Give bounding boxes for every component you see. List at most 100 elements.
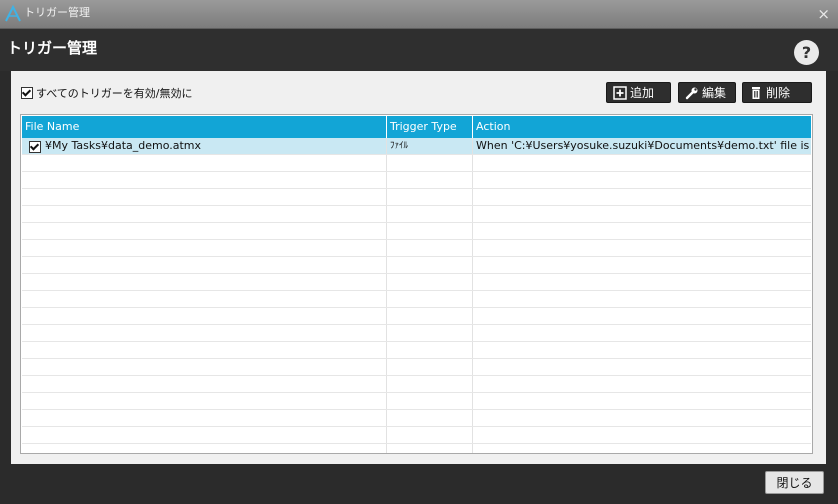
empty-cell bbox=[22, 359, 386, 375]
empty-cell bbox=[22, 427, 386, 443]
empty-cell bbox=[386, 240, 472, 256]
empty-table-row bbox=[22, 189, 811, 206]
row-enable-checkbox[interactable] bbox=[29, 141, 41, 153]
empty-cell bbox=[386, 359, 472, 375]
window-titlebar: トリガー管理 × bbox=[0, 0, 838, 29]
empty-cell bbox=[22, 189, 386, 205]
empty-table-row bbox=[22, 325, 811, 342]
empty-cell bbox=[22, 393, 386, 409]
delete-button-label: 削除 bbox=[766, 86, 791, 100]
table-row[interactable]: ¥My Tasks¥data_demo.atmx ﾌｧｲﾙ When 'C:¥U… bbox=[22, 138, 811, 155]
empty-cell bbox=[22, 257, 386, 273]
empty-cell bbox=[386, 206, 472, 222]
empty-cell bbox=[472, 223, 811, 239]
cell-action: When 'C:¥Users¥yosuke.suzuki¥Documents¥d… bbox=[472, 138, 811, 154]
empty-table-row bbox=[22, 393, 811, 410]
empty-cell bbox=[22, 342, 386, 358]
empty-table-row bbox=[22, 257, 811, 274]
empty-cell bbox=[22, 155, 386, 171]
close-button[interactable]: 閉じる bbox=[765, 471, 824, 494]
empty-cell bbox=[472, 410, 811, 426]
empty-cell bbox=[22, 325, 386, 341]
empty-cell bbox=[472, 291, 811, 307]
empty-cell bbox=[22, 240, 386, 256]
close-window-button[interactable]: × bbox=[817, 5, 830, 23]
empty-cell bbox=[22, 206, 386, 222]
empty-cell bbox=[472, 240, 811, 256]
empty-table-row bbox=[22, 376, 811, 393]
empty-cell bbox=[472, 308, 811, 324]
empty-cell bbox=[472, 376, 811, 392]
empty-table-row bbox=[22, 410, 811, 427]
help-icon[interactable]: ? bbox=[794, 40, 819, 65]
empty-cell bbox=[472, 444, 811, 453]
toggle-all-checkbox[interactable] bbox=[21, 87, 33, 99]
empty-cell bbox=[386, 325, 472, 341]
empty-cell bbox=[386, 189, 472, 205]
empty-cell bbox=[22, 376, 386, 392]
dialog-header: トリガー管理 ? bbox=[0, 29, 838, 71]
empty-cell bbox=[22, 274, 386, 290]
cell-file-name: ¥My Tasks¥data_demo.atmx bbox=[22, 138, 386, 154]
empty-table-row bbox=[22, 291, 811, 308]
wrench-icon bbox=[685, 87, 698, 99]
empty-cell bbox=[386, 223, 472, 239]
empty-cell bbox=[386, 172, 472, 188]
empty-cell bbox=[386, 393, 472, 409]
empty-cell bbox=[472, 257, 811, 273]
column-header-trigger-type[interactable]: Trigger Type bbox=[386, 116, 472, 138]
grid-header: File Name Trigger Type Action bbox=[22, 116, 811, 138]
trigger-grid[interactable]: File Name Trigger Type Action ¥My Tasks¥… bbox=[20, 114, 813, 454]
empty-table-row bbox=[22, 308, 811, 325]
empty-cell bbox=[472, 325, 811, 341]
empty-cell bbox=[22, 172, 386, 188]
empty-cell bbox=[22, 291, 386, 307]
trash-icon bbox=[752, 86, 760, 99]
cell-trigger-type: ﾌｧｲﾙ bbox=[386, 138, 472, 154]
toggle-all-triggers[interactable]: すべてのトリガーを有効/無効に bbox=[21, 85, 193, 101]
empty-cell bbox=[472, 206, 811, 222]
page-title: トリガー管理 bbox=[7, 39, 98, 57]
edit-button-label: 編集 bbox=[702, 86, 727, 100]
empty-cell bbox=[386, 376, 472, 392]
empty-cell bbox=[386, 274, 472, 290]
empty-cell bbox=[386, 427, 472, 443]
empty-cell bbox=[472, 359, 811, 375]
window-title: トリガー管理 bbox=[24, 6, 90, 19]
empty-table-row bbox=[22, 359, 811, 376]
toggle-all-label: すべてのトリガーを有効/無効に bbox=[36, 87, 193, 100]
app-logo-icon bbox=[5, 5, 21, 22]
empty-cell bbox=[386, 342, 472, 358]
empty-cell bbox=[386, 444, 472, 453]
empty-cell bbox=[472, 274, 811, 290]
plus-box-icon bbox=[613, 85, 627, 100]
empty-cell bbox=[22, 223, 386, 239]
empty-cell bbox=[472, 342, 811, 358]
empty-cell bbox=[386, 410, 472, 426]
empty-cell bbox=[22, 308, 386, 324]
column-header-file-name[interactable]: File Name bbox=[22, 116, 386, 138]
file-name-text: ¥My Tasks¥data_demo.atmx bbox=[45, 139, 202, 152]
empty-table-row bbox=[22, 240, 811, 257]
column-header-action[interactable]: Action bbox=[472, 116, 811, 138]
empty-table-row bbox=[22, 172, 811, 189]
edit-button[interactable]: 編集 bbox=[678, 82, 736, 103]
add-button[interactable]: 追加 bbox=[606, 82, 671, 103]
empty-cell bbox=[472, 427, 811, 443]
empty-cell bbox=[22, 410, 386, 426]
delete-button[interactable]: 削除 bbox=[742, 82, 812, 103]
add-button-label: 追加 bbox=[630, 86, 655, 100]
empty-cell bbox=[472, 172, 811, 188]
empty-cell bbox=[472, 393, 811, 409]
empty-table-row bbox=[22, 444, 811, 453]
empty-cell bbox=[386, 308, 472, 324]
content-panel: すべてのトリガーを有効/無効に 追加 編集 削除 File Name Trigg… bbox=[11, 71, 826, 464]
empty-table-row bbox=[22, 206, 811, 223]
empty-table-row bbox=[22, 155, 811, 172]
empty-table-row bbox=[22, 342, 811, 359]
empty-cell bbox=[386, 291, 472, 307]
empty-table-row bbox=[22, 223, 811, 240]
empty-cell bbox=[472, 189, 811, 205]
empty-table-row bbox=[22, 274, 811, 291]
empty-cell bbox=[386, 155, 472, 171]
